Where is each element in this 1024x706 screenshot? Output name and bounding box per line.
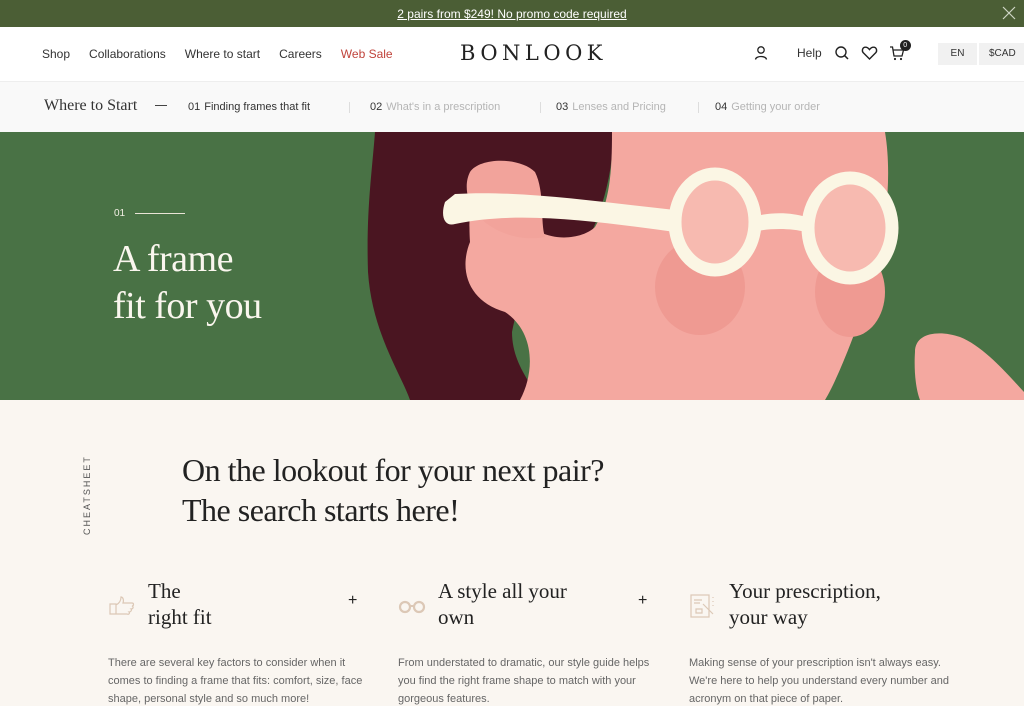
cheatsheet-headline: On the lookout for your next pair? The se… [182,450,605,530]
nav-web-sale[interactable]: Web Sale [341,47,393,61]
site-header: Shop Collaborations Where to start Caree… [0,27,1024,81]
nav-where-to-start[interactable]: Where to start [185,47,260,61]
nav-shop[interactable]: Shop [42,47,70,61]
step-label: Getting your order [731,101,820,113]
card-title-line: your way [729,605,808,629]
close-icon[interactable] [1000,4,1018,22]
nav-careers[interactable]: Careers [279,47,322,61]
header-actions: Help 0 [753,40,916,61]
heart-icon [861,46,877,60]
card-title-line: Your prescription, [729,579,881,603]
card-title: A style all your own [438,578,628,630]
main-nav: Shop Collaborations Where to start Caree… [42,47,412,61]
locale-switcher: EN $CAD [938,43,1024,65]
step-label: Finding frames that fit [204,101,311,113]
hero-title: A frame fit for you [113,236,262,330]
prescription-icon [690,594,714,618]
step-tab-3[interactable]: 03 Lenses and Pricing [556,101,666,113]
step-tab-2[interactable]: 02 What's in a prescription [370,101,500,113]
card-title: Your prescription, your way [729,578,959,630]
step-number: 04 [715,101,728,113]
cart-count-badge: 0 [899,40,911,51]
search-button[interactable] [834,45,850,61]
thumbs-up-icon [109,596,135,615]
card-description: From understated to dramatic, our style … [398,657,650,705]
headline-line: The search starts here! [182,492,460,528]
user-icon[interactable] [753,45,769,61]
step-number: 02 [370,101,383,113]
glasses-icon [398,600,426,614]
currency-select[interactable]: $CAD [979,43,1024,65]
hero-number-line [135,213,185,214]
step-tab-1[interactable]: 01 Finding frames that fit [188,101,311,134]
glasses-lens-left [668,167,762,277]
card-title-line: own [438,605,475,629]
glasses-lens-right [801,171,899,285]
step-number: 03 [556,101,569,113]
step-label: What's in a prescription [386,101,501,113]
wishlist-button[interactable] [861,45,878,61]
promo-banner: 2 pairs from $249! No promo code require… [0,0,1024,27]
card-description: There are several key factors to conside… [108,657,363,705]
help-link[interactable]: Help [797,46,822,60]
hero-number: 01 [114,208,126,219]
step-tab-4[interactable]: 04 Getting your order [715,101,820,113]
step-divider [540,102,541,113]
expand-button[interactable]: + [638,592,647,610]
hand-shape [914,333,1024,400]
nav-collaborations[interactable]: Collaborations [89,47,166,61]
title-dash [155,105,167,106]
language-select[interactable]: EN [938,43,977,65]
headline-line: On the lookout for your next pair? [182,452,605,488]
card-title-line: right fit [148,605,212,629]
step-divider [349,102,350,113]
logo[interactable]: BONLOOK [460,41,607,65]
card-title-line: The [148,579,181,603]
promo-link[interactable]: 2 pairs from $249! No promo code require… [397,7,626,21]
where-to-start-nav: Where to Start 01 Finding frames that fit… [0,81,1024,134]
card-title-line: A style all your [438,579,567,603]
step-label: Lenses and Pricing [572,101,666,113]
search-icon [834,46,849,60]
card-description: Making sense of your prescription isn't … [689,657,949,705]
step-divider [698,102,699,113]
card-title: The right fit [148,578,338,630]
hero-banner: 01 A frame fit for you [0,132,1024,400]
expand-button[interactable]: + [348,592,357,610]
cart-button[interactable]: 0 [889,40,911,61]
step-number: 01 [188,101,201,113]
cheatsheet-label: CHEATSHEET [82,455,92,535]
hero-title-line: fit for you [113,285,262,327]
section-title: Where to Start [44,97,138,114]
hero-title-line: A frame [113,238,233,280]
